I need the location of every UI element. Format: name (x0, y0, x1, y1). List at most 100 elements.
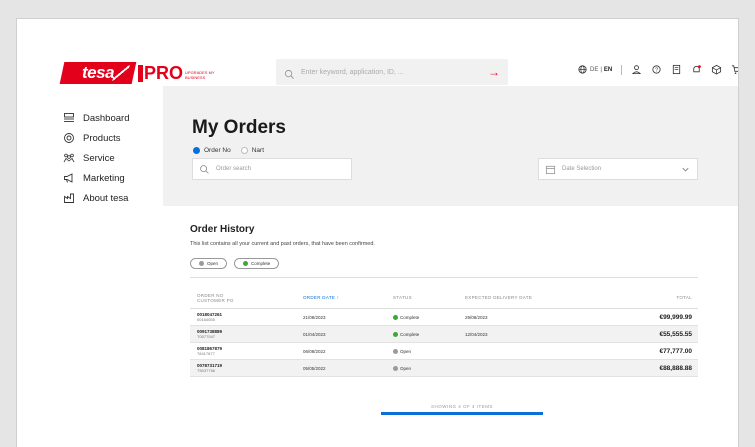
lang-en[interactable]: EN (604, 67, 612, 73)
complete-status-dot (243, 261, 249, 266)
filter-open-chip[interactable]: Open (190, 258, 228, 269)
tesa-logo[interactable]: tesa (59, 62, 137, 84)
search-mode-radios: Order No Nart (193, 147, 264, 154)
lang-de[interactable]: DE (590, 67, 598, 73)
complete-status-dot (393, 331, 398, 337)
order-date-cell: 21/08/2023 (303, 314, 326, 320)
complete-status-dot (393, 314, 398, 320)
radio-selected-indicator (193, 147, 200, 154)
order-date-cell: 05/05/2022 (303, 365, 326, 371)
pro-logo-tag (138, 65, 143, 82)
search-submit-arrow-icon[interactable]: → (488, 65, 500, 79)
status-filters: Open Complete (190, 258, 280, 269)
open-status-dot (393, 365, 398, 371)
table-row[interactable]: 0078731719 T5037756 05/05/2022 Open €88,… (190, 360, 698, 377)
logo-stripe (112, 65, 130, 81)
status-cell: Open (393, 348, 465, 354)
cart-icon[interactable] (731, 64, 738, 75)
global-search[interactable]: Enter keyword, application, ID, ... → (276, 59, 508, 85)
sidebar-item-label: Service (83, 152, 115, 164)
status-label: Open (400, 365, 412, 371)
sidebar-item-products[interactable]: Products (63, 128, 129, 148)
radio-order-no[interactable]: Order No (193, 147, 231, 154)
order-search-input[interactable]: Order search (192, 158, 352, 180)
col-expected-delivery[interactable]: EXPECTED DELIVERY DATE (465, 295, 615, 300)
table-header: ORDER NO CUSTOMER PO ORDER DATE ↑ STATUS… (190, 287, 698, 309)
order-no-cell: 0018047261 00164055 (190, 312, 303, 322)
user-icon[interactable] (631, 64, 642, 75)
marketing-icon (63, 172, 75, 184)
customer-po: T0577547 (197, 334, 216, 339)
table-row[interactable]: 0091738889 T0577547 01/04/2023 Complete … (190, 326, 698, 343)
date-selection-dropdown[interactable]: Date Selection (538, 158, 698, 180)
section-divider (190, 277, 698, 278)
total-cell: €99,999.99 (659, 313, 692, 321)
col-order-no[interactable]: ORDER NO CUSTOMER PO (190, 293, 303, 303)
app-window: tesa PRO UPGRADES MY BUSINESS Enter keyw… (16, 18, 739, 447)
header-divider (621, 64, 623, 75)
sidebar-item-about[interactable]: About tesa (63, 188, 129, 208)
col-customer-po-label: CUSTOMER PO (197, 297, 234, 303)
order-history-description: This list contains all your current and … (190, 241, 375, 247)
expected-delivery-cell: 12/04/2023 (465, 331, 488, 337)
package-icon[interactable] (711, 64, 722, 75)
status-label: Open (400, 348, 412, 354)
sidebar-item-label: About tesa (83, 192, 129, 204)
sidebar-item-label: Marketing (83, 172, 125, 184)
table-row[interactable]: 0081867879 78417677 06/08/2022 Open €77,… (190, 343, 698, 360)
tesa-pro-logo[interactable]: PRO UPGRADES MY BUSINESS (138, 64, 215, 82)
language-switcher[interactable]: DE | EN (577, 64, 612, 75)
sidebar-item-label: Products (83, 132, 121, 144)
total-cell: €55,555.55 (659, 330, 692, 338)
global-search-input[interactable]: Enter keyword, application, ID, ... (301, 69, 488, 76)
header-actions: DE | EN ? (577, 64, 738, 75)
tesa-logo-text: tesa (81, 63, 115, 82)
sidebar-item-dashboard[interactable]: Dashboard (63, 108, 129, 128)
customer-po: 78417677 (197, 351, 215, 356)
globe-icon (577, 64, 588, 75)
order-date-cell: 01/04/2023 (303, 331, 326, 337)
open-status-dot (393, 348, 398, 354)
sidebar-item-label: Dashboard (83, 112, 130, 124)
bookmark-list-icon[interactable] (671, 64, 682, 75)
date-selection-placeholder: Date Selection (562, 166, 602, 172)
calendar-icon (545, 164, 556, 175)
radio-nart[interactable]: Nart (240, 147, 265, 154)
order-history-title: Order History (190, 224, 255, 235)
total-cell: €77,777.00 (659, 347, 692, 355)
customer-po: T5037756 (197, 368, 216, 373)
status-cell: Complete (393, 331, 465, 337)
col-order-date[interactable]: ORDER DATE ↑ (303, 295, 393, 300)
customer-po: 00164055 (197, 317, 215, 322)
factory-icon (63, 192, 75, 204)
sidebar-item-marketing[interactable]: Marketing (63, 168, 129, 188)
table-row[interactable]: 0018047261 00164055 21/08/2023 Complete … (190, 309, 698, 326)
pro-logo-tagline: UPGRADES MY BUSINESS (185, 70, 215, 80)
radio-unselected-indicator (240, 147, 248, 154)
col-status[interactable]: STATUS (393, 295, 465, 300)
expected-delivery-cell: 29/08/2023 (465, 314, 488, 320)
radio-nart-label: Nart (251, 147, 265, 154)
col-total[interactable]: TOTAL (615, 295, 698, 300)
pagination-progress-bar (381, 412, 543, 415)
pro-logo-text: PRO (144, 63, 184, 83)
filter-complete-chip[interactable]: Complete (234, 258, 280, 269)
dashboard-icon (63, 112, 75, 124)
sidebar-item-service[interactable]: Service (63, 148, 129, 168)
notification-bell-icon[interactable] (691, 64, 702, 75)
search-icon (284, 67, 295, 79)
help-icon[interactable]: ? (651, 64, 662, 75)
order-date-cell: 06/08/2022 (303, 348, 326, 354)
order-history-table: ORDER NO CUSTOMER PO ORDER DATE ↑ STATUS… (190, 287, 698, 377)
status-cell: Open (393, 365, 465, 371)
order-no-cell: 0081867879 78417677 (190, 346, 303, 356)
order-search-placeholder: Order search (216, 166, 252, 172)
chevron-down-icon (680, 164, 691, 175)
orders-filter-panel: My Orders Order No Nart Order search Dat… (163, 86, 738, 206)
status-cell: Complete (393, 314, 465, 320)
total-cell: €88,888.88 (659, 364, 692, 372)
search-icon (199, 164, 210, 175)
order-no-cell: 0078731719 T5037756 (190, 363, 303, 373)
filter-complete-label: Complete (251, 261, 271, 266)
open-status-dot (199, 261, 204, 266)
